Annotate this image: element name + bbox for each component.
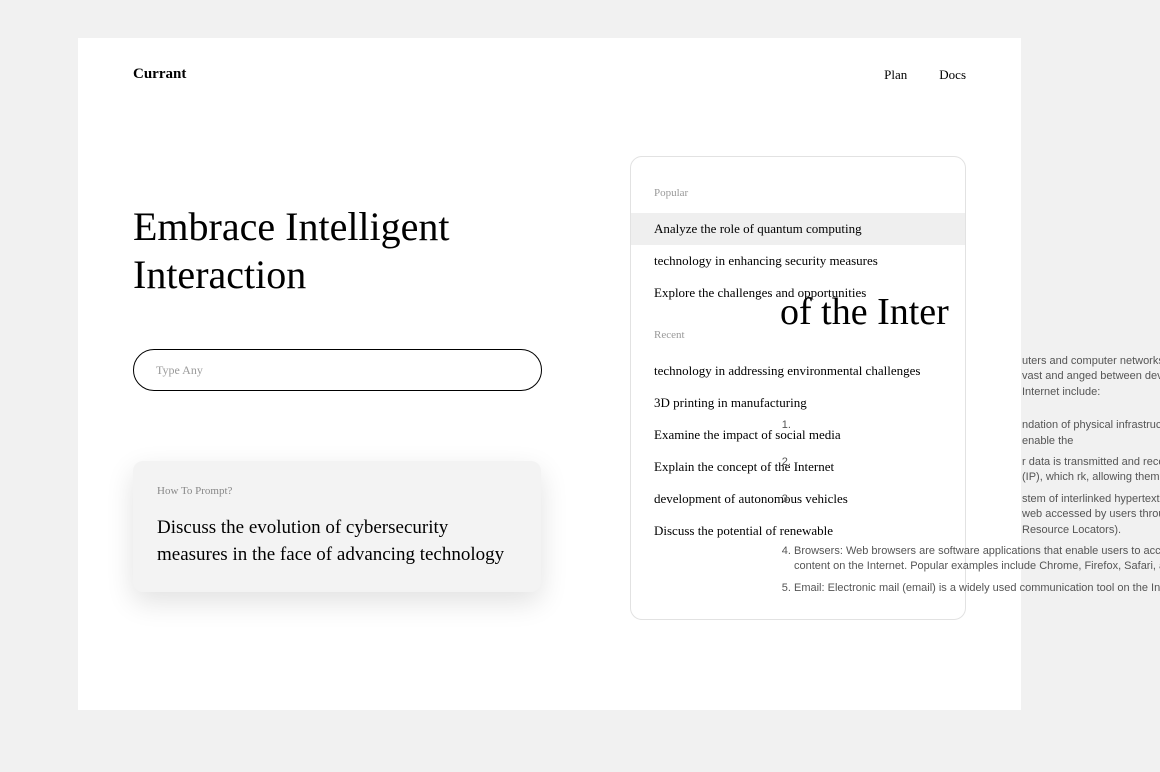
doc-list: ndation of physical infrastructu se comp… [780, 418, 1160, 596]
doc-title: of the Inter [780, 290, 1160, 334]
nav-plan[interactable]: Plan [884, 67, 907, 83]
prompt-card[interactable]: How To Prompt? Discuss the evolution of … [133, 461, 541, 592]
popular-label: Popular [631, 187, 965, 199]
doc-intro: uters and computer networks set of proto… [780, 354, 1160, 400]
doc-item: Email: Electronic mail (email) is a wide… [794, 581, 1160, 596]
hero-section: Embrace Intelligent Interaction How To P… [133, 83, 588, 592]
background-doc: of the Inter uters and computer networks… [780, 290, 1160, 602]
doc-item: stem of interlinked hypertext ia the Int… [794, 492, 1160, 538]
header: Currant Plan Docs [78, 38, 1021, 83]
doc-item: ndation of physical infrastructu se comp… [794, 418, 1160, 449]
nav: Plan Docs [884, 67, 966, 83]
doc-item: Browsers: Web browsers are software appl… [794, 544, 1160, 575]
hero-title: Embrace Intelligent Interaction [133, 203, 588, 299]
search-input[interactable] [156, 363, 519, 378]
prompt-card-label: How To Prompt? [157, 485, 517, 497]
logo[interactable]: Currant [133, 66, 186, 83]
search-container[interactable] [133, 349, 542, 391]
doc-body: uters and computer networks set of proto… [780, 354, 1160, 596]
popular-item[interactable]: Analyze the role of quantum computing [631, 213, 965, 245]
nav-docs[interactable]: Docs [939, 67, 966, 83]
prompt-card-text: Discuss the evolution of cybersecurity m… [157, 515, 517, 568]
doc-item: r data is transmitted and receiv he Inte… [794, 455, 1160, 486]
popular-item[interactable]: technology in enhancing security measure… [631, 245, 965, 277]
